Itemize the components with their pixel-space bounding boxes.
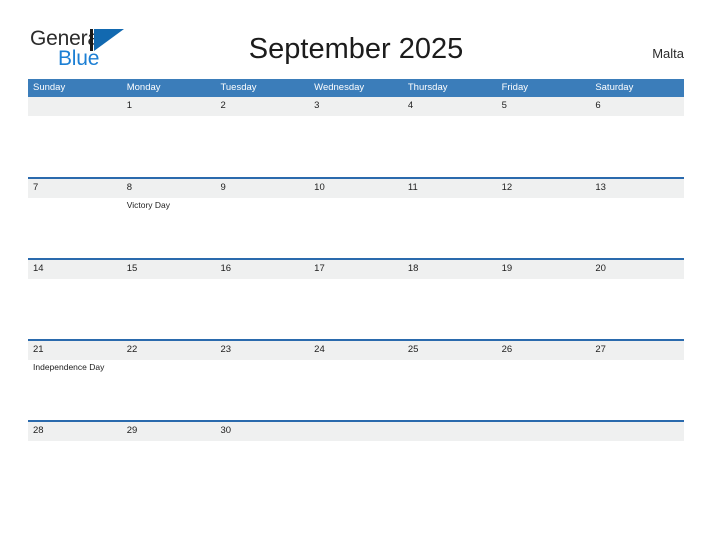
weekday-header-friday: Friday <box>501 82 528 93</box>
calendar-page: General Blue September 2025 Malta Sunday… <box>0 0 712 550</box>
day-number: 28 <box>33 425 44 436</box>
day-number: 29 <box>126 425 138 436</box>
day-number: 1 <box>126 100 133 111</box>
day-cell[interactable]: 15 <box>121 260 216 339</box>
day-cell[interactable] <box>309 422 403 501</box>
day-number: 16 <box>220 263 232 274</box>
day-number: 6 <box>595 100 601 111</box>
week-row: 7 8 Victory Day 9 10 11 12 13 <box>28 177 685 258</box>
day-number: 9 <box>220 182 226 193</box>
day-number: 26 <box>501 344 513 355</box>
day-cell[interactable]: 14 <box>28 260 122 339</box>
day-cell[interactable]: 4 <box>402 97 497 177</box>
day-cell[interactable]: 30 <box>215 422 310 501</box>
day-cell[interactable]: 19 <box>496 260 591 339</box>
day-cell[interactable] <box>496 422 591 501</box>
day-number: 3 <box>314 100 320 111</box>
day-cell[interactable]: 11 <box>402 179 497 258</box>
page-header: General Blue September 2025 Malta <box>0 0 712 70</box>
day-number: 18 <box>407 263 419 274</box>
day-cell[interactable]: 29 <box>121 422 216 501</box>
day-number: 25 <box>407 344 419 355</box>
day-cell[interactable]: 8 Victory Day <box>121 179 216 258</box>
day-cell[interactable]: 3 <box>309 97 403 177</box>
day-cell[interactable]: 27 <box>590 341 685 420</box>
day-cell[interactable]: 1 <box>121 97 216 177</box>
week-row: 1 2 3 4 5 6 <box>28 97 685 177</box>
day-cell[interactable]: 16 <box>215 260 310 339</box>
day-number: 10 <box>314 182 325 193</box>
day-events: Independence Day <box>33 361 120 373</box>
weekday-header-sunday: Sunday <box>33 82 66 93</box>
day-number: 8 <box>126 182 133 193</box>
holiday-label: Independence Day <box>33 362 105 372</box>
day-cell[interactable]: 12 <box>496 179 591 258</box>
day-number: 23 <box>220 344 232 355</box>
day-cell[interactable]: 6 <box>590 97 685 177</box>
day-cell[interactable]: 26 <box>496 341 591 420</box>
week-row: 14 15 16 17 18 19 20 <box>28 258 685 339</box>
page-title: September 2025 <box>248 33 464 65</box>
day-cell[interactable]: 28 <box>28 422 122 501</box>
day-cell[interactable]: 2 <box>215 97 310 177</box>
day-cell[interactable]: 5 <box>496 97 591 177</box>
day-number: 22 <box>126 344 138 355</box>
day-cell[interactable]: 22 <box>121 341 216 420</box>
day-cell[interactable]: 21 Independence Day <box>28 341 122 420</box>
day-number: 14 <box>33 263 44 274</box>
weekday-header-row: Sunday Monday Tuesday Wednesday Thursday… <box>28 79 684 97</box>
weekday-header-saturday: Saturday <box>595 82 634 93</box>
country-label: Malta <box>652 46 684 61</box>
day-number: 15 <box>126 263 138 274</box>
day-cell[interactable]: 9 <box>215 179 310 258</box>
day-number: 24 <box>314 344 325 355</box>
day-cell[interactable]: 25 <box>402 341 497 420</box>
day-number: 5 <box>501 100 507 111</box>
day-number: 7 <box>33 182 39 193</box>
day-number: 21 <box>33 344 44 355</box>
day-number: 30 <box>220 425 232 436</box>
day-number: 13 <box>595 182 606 193</box>
day-cell[interactable]: 10 <box>309 179 403 258</box>
day-number: 2 <box>220 100 226 111</box>
day-cell[interactable]: 7 <box>28 179 122 258</box>
day-events: Victory Day <box>127 199 214 211</box>
day-number: 27 <box>595 344 606 355</box>
day-number: 19 <box>501 263 513 274</box>
day-cell[interactable] <box>590 422 685 501</box>
week-row: 21 Independence Day 22 23 24 25 26 27 <box>28 339 685 420</box>
week-row: 28 29 30 <box>28 420 685 501</box>
day-cell[interactable]: 18 <box>402 260 497 339</box>
weekday-header-thursday: Thursday <box>407 82 448 93</box>
holiday-label: Victory Day <box>126 200 171 210</box>
day-number: 17 <box>314 263 325 274</box>
day-cell[interactable]: 13 <box>590 179 685 258</box>
day-cell[interactable]: 17 <box>309 260 403 339</box>
calendar-grid: Sunday Monday Tuesday Wednesday Thursday… <box>28 79 685 501</box>
day-cell[interactable]: 24 <box>309 341 403 420</box>
day-cell[interactable]: 20 <box>590 260 685 339</box>
day-cell[interactable] <box>402 422 497 501</box>
day-number: 20 <box>595 263 606 274</box>
day-number: 11 <box>407 182 418 193</box>
weekday-header-wednesday: Wednesday <box>314 82 365 93</box>
weekday-header-tuesday: Tuesday <box>220 82 257 93</box>
day-number: 4 <box>407 100 414 111</box>
weekday-header-monday: Monday <box>126 82 161 93</box>
day-number: 12 <box>501 182 513 193</box>
day-cell[interactable]: 23 <box>215 341 310 420</box>
day-cell[interactable] <box>28 97 122 177</box>
